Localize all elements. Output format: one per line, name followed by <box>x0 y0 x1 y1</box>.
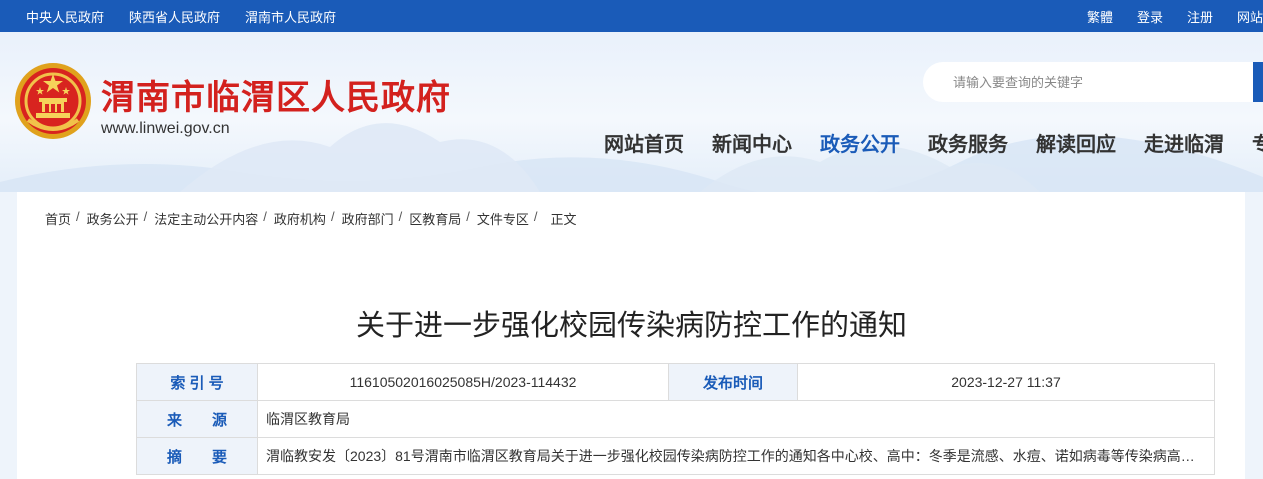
traditional-chinese-link[interactable]: 繁體 <box>1087 7 1113 26</box>
breadcrumb-gov-agencies[interactable]: 政府机构 <box>274 209 326 228</box>
date-label: 发布时间 <box>668 363 798 401</box>
breadcrumb-home[interactable]: 首页 <box>45 209 71 228</box>
source-value: 临渭区教育局 <box>257 400 1215 438</box>
breadcrumb-statutory-content[interactable]: 法定主动公开内容 <box>154 209 258 228</box>
site-url: www.linwei.gov.cn <box>101 120 230 137</box>
breadcrumb-separator: / <box>143 209 148 224</box>
breadcrumb-separator: / <box>263 209 267 224</box>
table-row: 来 源 临渭区教育局 <box>136 400 1215 438</box>
nav-government-affairs[interactable]: 政务公开 <box>820 128 900 157</box>
nav-special[interactable]: 专 <box>1252 128 1263 157</box>
breadcrumb-documents[interactable]: 文件专区 <box>477 209 529 228</box>
search-input[interactable] <box>953 74 1243 90</box>
top-bar: 中央人民政府 陕西省人民政府 渭南市人民政府 繁體 登录 注册 网站 <box>0 0 1263 32</box>
search-box <box>923 62 1263 102</box>
nav-home[interactable]: 网站首页 <box>604 128 684 157</box>
breadcrumb: 首页 / 政务公开 / 法定主动公开内容 / 政府机构 / 政府部门 / 区教育局 / 文件… <box>45 209 577 228</box>
main-nav: 网站首页 新闻中心 政务公开 政务服务 解读回应 走进临渭 专 <box>604 128 1263 157</box>
table-row: 索 引 号 11610502016025085H/2023-114432 发布时… <box>136 363 1215 401</box>
summary-value: 渭临教安发〔2023〕81号渭南市临渭区教育局关于进一步强化校园传染病防控工作的… <box>266 448 1206 464</box>
top-links: 中央人民政府 陕西省人民政府 渭南市人民政府 <box>26 0 361 32</box>
document-meta-table: 索 引 号 11610502016025085H/2023-114432 发布时… <box>136 363 1215 475</box>
summary-label: 摘 要 <box>136 437 258 475</box>
nav-services[interactable]: 政务服务 <box>928 128 1008 157</box>
nav-news[interactable]: 新闻中心 <box>712 128 792 157</box>
site-title[interactable]: 渭南市临渭区人民政府 <box>101 70 451 119</box>
document-title: 关于进一步强化校园传染病防控工作的通知 <box>355 308 907 342</box>
breadcrumb-government-affairs[interactable]: 政务公开 <box>87 209 139 228</box>
top-right-links: 繁體 登录 注册 网站 <box>1063 0 1263 32</box>
top-link-shaanxi-gov[interactable]: 陕西省人民政府 <box>129 7 220 26</box>
nav-about-linwei[interactable]: 走进临渭 <box>1144 128 1224 157</box>
top-link-central-gov[interactable]: 中央人民政府 <box>26 7 104 26</box>
breadcrumb-separator: / <box>330 209 335 224</box>
date-value: 2023-12-27 11:37 <box>797 363 1215 401</box>
search-button[interactable] <box>1253 62 1263 102</box>
breadcrumb-separator: / <box>76 209 80 224</box>
index-label: 索 引 号 <box>136 363 258 401</box>
source-label: 来 源 <box>136 400 258 438</box>
breadcrumb-current: 正文 <box>550 212 577 227</box>
breadcrumb-education-bureau[interactable]: 区教育局 <box>409 209 461 228</box>
site-link[interactable]: 网站 <box>1237 7 1263 26</box>
login-link[interactable]: 登录 <box>1137 7 1163 26</box>
summary-cell: 渭临教安发〔2023〕81号渭南市临渭区教育局关于进一步强化校园传染病防控工作的… <box>257 437 1215 475</box>
register-link[interactable]: 注册 <box>1187 7 1213 26</box>
top-link-weinan-gov[interactable]: 渭南市人民政府 <box>245 7 336 26</box>
breadcrumb-separator: / <box>533 209 538 224</box>
breadcrumb-separator: / <box>466 209 470 224</box>
breadcrumb-gov-departments[interactable]: 政府部门 <box>342 209 394 228</box>
national-emblem-icon <box>15 63 91 139</box>
site-header: 渭南市临渭区人民政府 www.linwei.gov.cn 网站首页 新闻中心 政… <box>0 32 1263 192</box>
breadcrumb-separator: / <box>398 209 403 224</box>
index-value: 11610502016025085H/2023-114432 <box>257 363 669 401</box>
table-row: 摘 要 渭临教安发〔2023〕81号渭南市临渭区教育局关于进一步强化校园传染病防… <box>136 437 1215 475</box>
nav-interpretation[interactable]: 解读回应 <box>1036 128 1116 157</box>
